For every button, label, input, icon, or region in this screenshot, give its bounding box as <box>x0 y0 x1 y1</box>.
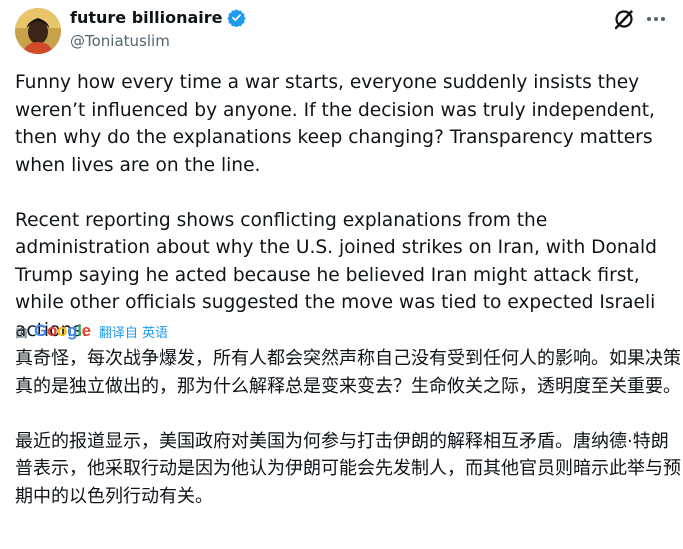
tweet: future billionaire @Toniatuslim Funny ho… <box>0 0 683 549</box>
more-dot-1 <box>647 17 651 21</box>
translate-source-link[interactable]: 翻译自 英语 <box>99 322 168 341</box>
translated-paragraph-1: 真奇怪，每次战争爆发，所有人都会突然声称自己没有受到任何人的影响。如果决策真的是… <box>15 348 681 397</box>
translated-text: 真奇怪，每次战争爆发，所有人都会突然声称自己没有受到任何人的影响。如果决策真的是… <box>15 345 683 510</box>
translation-attribution: 由 Google 翻译自 英语 <box>15 321 168 341</box>
tweet-paragraph-1: Funny how every time a war starts, every… <box>15 72 655 176</box>
verified-badge-icon <box>226 8 246 28</box>
more-dot-2 <box>654 17 658 21</box>
author-display-name[interactable]: future billionaire <box>70 8 223 27</box>
more-dot-3 <box>661 17 665 21</box>
google-logo: Google <box>34 321 91 340</box>
grok-icon[interactable] <box>611 6 637 32</box>
translation-prefix: 由 <box>15 325 29 341</box>
tweet-text: Funny how every time a war starts, every… <box>15 69 683 344</box>
avatar[interactable] <box>15 8 61 54</box>
translated-paragraph-2: 最近的报道显示，美国政府对美国为何参与打击伊朗的解释相互矛盾。唐纳德·特朗普表示… <box>15 430 681 507</box>
more-options-icon[interactable] <box>643 6 669 32</box>
author-handle[interactable]: @Toniatuslim <box>70 32 170 50</box>
author-name-row[interactable]: future billionaire <box>70 8 246 28</box>
